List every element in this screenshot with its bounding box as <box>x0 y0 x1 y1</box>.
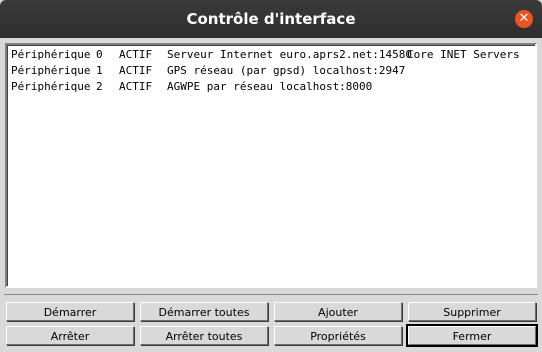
device-state: ACTIF <box>119 80 153 93</box>
device-state: ACTIF <box>119 48 153 61</box>
device-number: 0 <box>96 48 103 61</box>
stop-button[interactable]: Arrêter <box>6 326 134 345</box>
device-kind: Périphérique <box>11 48 91 61</box>
stop-all-button[interactable]: Arrêter toutes <box>140 326 268 345</box>
close-button[interactable]: Fermer <box>406 324 538 347</box>
device-description: AGWPE par réseau localhost:8000 <box>167 80 373 93</box>
device-number: 2 <box>96 80 103 93</box>
title-bar: Contrôle d'interface ✕ <box>0 0 542 38</box>
device-number: 1 <box>96 64 103 77</box>
start-button[interactable]: Démarrer <box>6 302 134 321</box>
device-description: Serveur Internet euro.aprs2.net:14580 <box>167 48 413 61</box>
delete-button[interactable]: Supprimer <box>408 302 536 321</box>
device-description: GPS réseau (par gpsd) localhost:2947 <box>167 64 406 77</box>
list-item[interactable]: Périphérique 0 ACTIF Serveur Internet eu… <box>11 47 520 63</box>
list-item[interactable]: Périphérique 1 ACTIF GPS réseau (par gps… <box>11 63 405 79</box>
close-icon[interactable]: ✕ <box>515 10 533 28</box>
window-title: Contrôle d'interface <box>186 10 356 28</box>
device-extra: Core INET Servers <box>407 48 520 61</box>
device-state: ACTIF <box>119 64 153 77</box>
button-panel: Démarrer Démarrer toutes Ajouter Supprim… <box>4 294 538 349</box>
interface-control-window: Contrôle d'interface ✕ Périphérique 0 AC… <box>0 0 542 352</box>
device-list[interactable]: Périphérique 0 ACTIF Serveur Internet eu… <box>5 43 537 288</box>
properties-button[interactable]: Propriétés <box>274 326 402 345</box>
add-button[interactable]: Ajouter <box>274 302 402 321</box>
device-kind: Périphérique <box>11 64 91 77</box>
start-all-button[interactable]: Démarrer toutes <box>140 302 268 321</box>
device-kind: Périphérique <box>11 80 91 93</box>
list-item[interactable]: Périphérique 2 ACTIF AGWPE par réseau lo… <box>11 79 372 95</box>
